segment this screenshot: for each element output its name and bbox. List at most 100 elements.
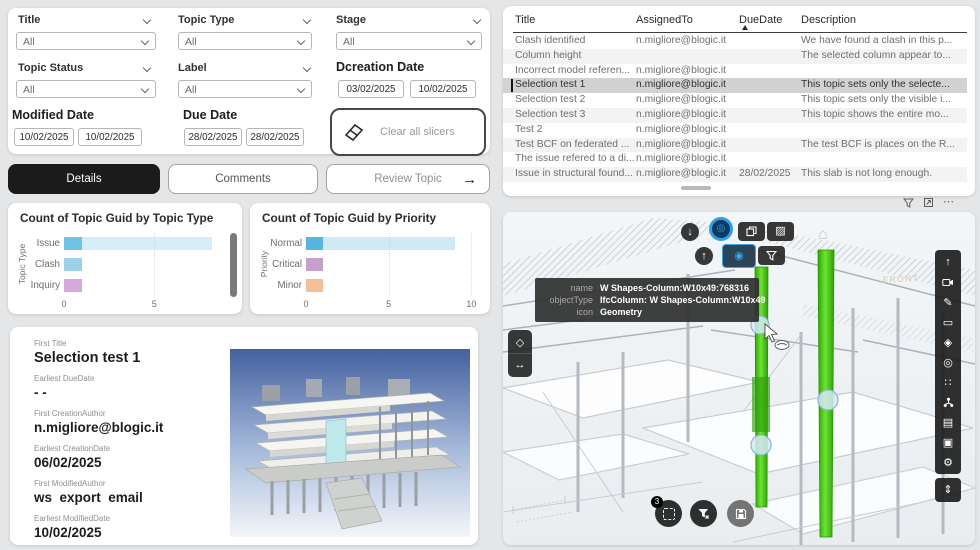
box-select-icon [662, 507, 675, 520]
sort-ascending-icon [742, 25, 748, 30]
chevron-down-icon[interactable] [302, 63, 312, 73]
components-tool-button[interactable]: ∷ [935, 372, 961, 392]
filter-icon[interactable] [903, 197, 914, 208]
slicer-topictype-select[interactable]: All [178, 32, 312, 50]
views-tool-button[interactable]: ▭ [935, 312, 961, 332]
table-cell: Selection test 1 [515, 79, 586, 91]
axis-tick: 10 [466, 299, 477, 309]
table-cell: Selection test 2 [515, 94, 586, 106]
pencil-icon: ✎ [943, 296, 953, 309]
explode-tool-button[interactable]: ◈ [935, 332, 961, 352]
chevron-down-icon[interactable] [302, 15, 312, 25]
bar-minor[interactable] [306, 275, 478, 296]
filter-elements-button[interactable] [758, 246, 785, 265]
slicer-panel: Title All Topic Type All Stage All Topic… [8, 8, 490, 156]
tab-review-topic[interactable]: Review Topic → [326, 164, 490, 194]
snapshot-tool-button[interactable]: ▣ [935, 432, 961, 452]
chevron-down-icon [296, 36, 306, 46]
section-tool-button[interactable]: ◇ [508, 331, 532, 354]
slicer-topicstatus-select[interactable]: All [16, 80, 156, 98]
bar-issue[interactable] [64, 233, 212, 254]
axis-tick: 0 [303, 299, 309, 309]
tab-details[interactable]: Details [8, 164, 160, 194]
table-row[interactable]: Selection test 1 n.migliore@blogic.it This… [503, 78, 967, 94]
bar-clash[interactable] [64, 254, 212, 275]
table-cell: n.migliore@blogic.it [636, 79, 727, 91]
table-row[interactable]: Selection test 2 n.migliore@blogic.it This… [503, 93, 967, 108]
table-row[interactable]: Incorrect model referen... n.migliore@blo… [503, 64, 967, 79]
field-label: Earliest CreationDate [34, 444, 111, 453]
save-view-button[interactable] [727, 500, 754, 527]
creationdate-from-input[interactable]: 03/02/2025 [338, 80, 404, 98]
funnel-x-icon [698, 509, 710, 520]
nav-cube-front-label: FRONT [882, 273, 920, 285]
bar-inquiry[interactable] [64, 275, 212, 296]
table-cell: n.migliore@blogic.it [636, 153, 727, 165]
axis-tick: 5 [386, 299, 392, 309]
table-row[interactable]: The issue refered to a di... n.migliore@b… [503, 152, 967, 167]
chart-topic-type: Count of Topic Guid by Topic Type Topic … [8, 203, 242, 314]
chart-priority: Count of Topic Guid by Priority Priority… [250, 203, 490, 314]
tab-comments[interactable]: Comments [168, 164, 318, 194]
table-row[interactable]: Clash identified n.migliore@blogic.it We h… [503, 34, 967, 49]
slicer-title-select[interactable]: All [16, 32, 156, 50]
markup-tool-button[interactable]: ✎ [935, 292, 961, 312]
hatch-style-button[interactable]: ▨ [767, 222, 794, 241]
slicer-label-label: Label [178, 62, 207, 74]
column-header-description[interactable]: Description [801, 14, 856, 26]
visibility-box-button[interactable]: 3 [651, 496, 682, 527]
bar-critical[interactable] [306, 254, 478, 275]
chart-scrollbar[interactable] [230, 233, 237, 297]
table-row[interactable]: Test 2 n.migliore@blogic.it [503, 123, 967, 138]
table-row[interactable]: Selection test 3 n.migliore@blogic.it This… [503, 107, 967, 123]
chevron-down-icon[interactable] [472, 15, 482, 25]
modifieddate-to-input[interactable]: 10/02/2025 [78, 128, 142, 146]
duedate-to-input[interactable]: 28/02/2025 [246, 128, 304, 146]
chevron-down-icon[interactable] [142, 63, 152, 73]
gear-icon: ⚙ [943, 456, 953, 469]
more-options-icon[interactable]: ⋯ [943, 197, 954, 208]
measure-tool-button[interactable]: ↔ [508, 354, 532, 376]
slicer-label-select[interactable]: All [178, 80, 312, 98]
copy-view-button[interactable] [738, 222, 765, 241]
modifieddate-from-input[interactable]: 10/02/2025 [14, 128, 74, 146]
toolbar-collapse-button[interactable]: ⇕ [935, 478, 961, 502]
layers-icon: ▤ [942, 416, 954, 429]
table-row[interactable]: Test BCF on federated ... n.migliore@blog… [503, 137, 967, 153]
field-value: ws export email [34, 490, 143, 505]
column-header-assignedto[interactable]: AssignedTo [636, 14, 693, 26]
chevron-down-icon[interactable] [142, 15, 152, 25]
table-cell: Clash identified [515, 35, 586, 46]
layers-tool-button[interactable]: ▤ [935, 412, 961, 432]
table-horizontal-scrollbar[interactable] [681, 186, 711, 190]
camera-tool-button[interactable] [935, 272, 961, 292]
bar-normal[interactable] [306, 233, 478, 254]
table-cell: This topic sets only the visible i... [801, 94, 951, 106]
clear-filter-button[interactable] [690, 500, 717, 527]
plot-area [306, 233, 478, 296]
orbit-mode-button[interactable]: ◎ [709, 217, 733, 241]
table-row[interactable]: Column height The selected column appear … [503, 48, 967, 64]
download-view-button[interactable]: ↓ [681, 223, 699, 241]
slicer-duedate-label: Due Date [183, 108, 238, 122]
tooltip-value: IfcColumn: W Shapes-Column:W10x49 [600, 295, 766, 305]
settings-tool-button[interactable]: ⚙ [935, 452, 961, 472]
hierarchy-tool-button[interactable] [935, 392, 961, 412]
focus-mode-icon[interactable] [923, 197, 934, 208]
tooltip-label: name [570, 283, 593, 293]
table-cell: n.migliore@blogic.it [636, 168, 727, 180]
home-icon[interactable]: ⌂ [818, 226, 828, 244]
tooltip-value: Geometry [600, 307, 643, 317]
bim-3d-viewer[interactable]: ⌂ FRONT name W Shapes-Column:W10x49:76831… [503, 212, 975, 545]
slicer-stage-select[interactable]: All [336, 32, 482, 50]
clear-all-slicers-button[interactable]: Clear all slicers [330, 108, 486, 156]
column-header-title[interactable]: Title [515, 14, 535, 26]
selection-mode-button[interactable]: ◉ [722, 244, 756, 268]
clear-all-slicers-label: Clear all slicers [380, 126, 455, 138]
duedate-from-input[interactable]: 28/02/2025 [184, 128, 242, 146]
upload-view-button[interactable]: ↑ [695, 247, 713, 265]
creationdate-to-input[interactable]: 10/02/2025 [410, 80, 476, 98]
globe-tool-button[interactable]: ◎ [935, 352, 961, 372]
pointer-tool-button[interactable]: ↑ [935, 252, 961, 272]
table-row[interactable]: Issue in structural found... n.migliore@b… [503, 167, 967, 182]
